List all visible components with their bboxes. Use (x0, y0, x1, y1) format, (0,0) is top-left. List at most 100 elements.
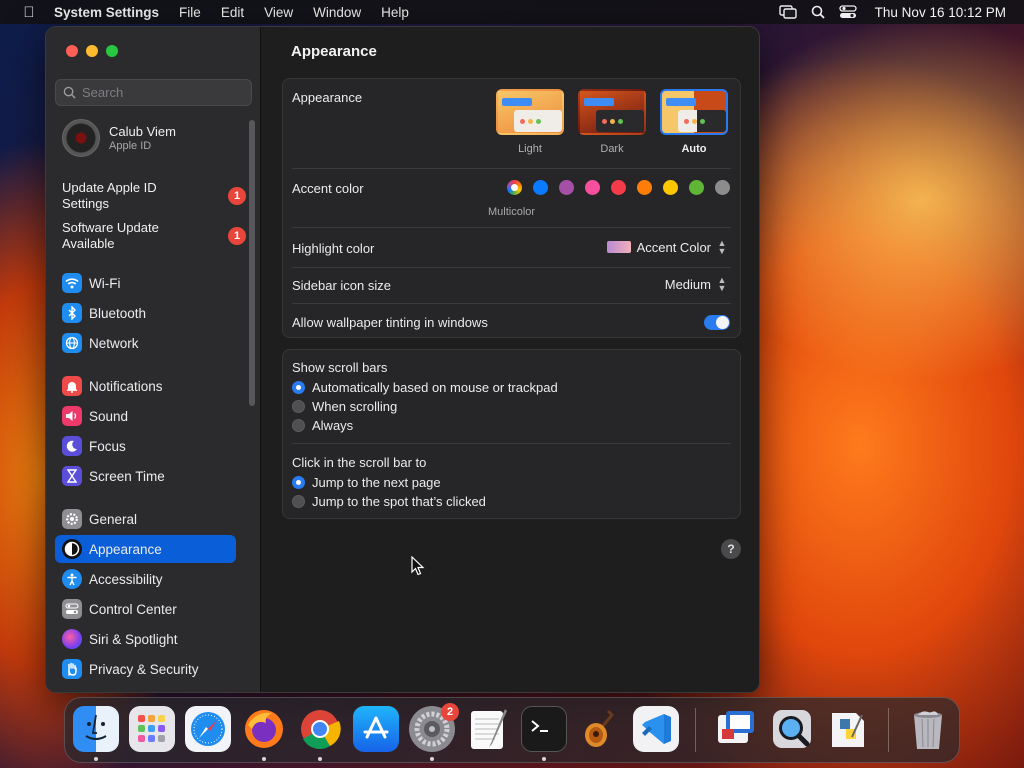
terminal-icon[interactable] (521, 706, 567, 752)
help-button[interactable]: ? (721, 539, 741, 559)
sidebar-item-privacy-security[interactable]: Privacy & Security (55, 655, 236, 683)
close-window-button[interactable] (66, 45, 78, 57)
menu-edit[interactable]: Edit (221, 5, 244, 20)
menu-window[interactable]: Window (313, 5, 361, 20)
firefox-icon[interactable] (241, 706, 287, 752)
software-update-notice[interactable]: Software Update Available 1 (62, 220, 252, 252)
scroll-bar-settings-panel: Show scroll bars Automatically based on … (282, 349, 741, 519)
dock-notification-badge: 2 (441, 703, 459, 721)
appearance-option-light[interactable]: Light (494, 89, 566, 155)
avatar (62, 119, 100, 157)
chrome-icon[interactable] (297, 706, 343, 752)
appearance-option-auto[interactable]: Auto (658, 89, 730, 155)
wallpaper-tinting-label: Allow wallpaper tinting in windows (292, 315, 488, 330)
radio-button[interactable] (292, 381, 305, 394)
finder-icon[interactable] (73, 706, 119, 752)
textedit-icon[interactable] (465, 706, 511, 752)
sidebar-item-sound[interactable]: Sound (55, 402, 236, 430)
scroll-bars-option-automatic[interactable]: Automatically based on mouse or trackpad (292, 380, 558, 395)
sidebar-item-label: Focus (89, 438, 126, 454)
screen-mirroring-icon[interactable] (778, 5, 797, 19)
sidebar-item-wifi[interactable]: Wi-Fi (55, 269, 236, 297)
quicktime-icon[interactable] (769, 706, 815, 752)
zoom-window-button[interactable] (106, 45, 118, 57)
sidebar-item-label: Siri & Spotlight (89, 631, 178, 647)
update-apple-id-notice[interactable]: Update Apple ID Settings 1 (62, 180, 252, 212)
notification-badge: 1 (228, 187, 246, 205)
control-center-icon[interactable] (839, 5, 857, 19)
python-launcher-icon[interactable] (825, 706, 871, 752)
bluetooth-icon (62, 303, 82, 323)
page-title: Appearance (291, 43, 377, 60)
vscode-icon[interactable] (633, 706, 679, 752)
sidebar-item-label: Screen Time (89, 468, 165, 484)
toggles-icon (62, 599, 82, 619)
accent-graphite-swatch[interactable] (715, 180, 730, 195)
sidebar-icon-size-popup[interactable]: Medium ▲ ▼ (665, 275, 728, 293)
remote-desktop-icon[interactable] (713, 706, 759, 752)
menu-help[interactable]: Help (381, 5, 409, 20)
running-indicator (430, 757, 434, 761)
sidebar-item-general[interactable]: General (55, 505, 236, 533)
radio-button[interactable] (292, 419, 305, 432)
highlight-color-popup[interactable]: Accent Color ▲ ▼ (606, 238, 728, 256)
sidebar-item-siri-spotlight[interactable]: Siri & Spotlight (55, 625, 236, 653)
search-field[interactable] (55, 79, 252, 106)
appearance-option-dark[interactable]: Dark (576, 89, 648, 155)
click-scroll-option-next-page[interactable]: Jump to the next page (292, 475, 441, 490)
radio-button[interactable] (292, 495, 305, 508)
chevron-up-down-icon: ▲ ▼ (717, 275, 727, 293)
menu-app-name[interactable]: System Settings (54, 5, 159, 20)
menu-file[interactable]: File (179, 5, 201, 20)
accent-purple-swatch[interactable] (559, 180, 574, 195)
scroll-bars-option-always[interactable]: Always (292, 418, 353, 433)
dock: 2 (64, 697, 960, 763)
sidebar-item-bluetooth[interactable]: Bluetooth (55, 299, 236, 327)
garageband-icon[interactable] (577, 706, 623, 752)
apple-id-account[interactable]: Calub Viem Apple ID (62, 119, 176, 157)
scroll-bars-option-when-scrolling[interactable]: When scrolling (292, 399, 397, 414)
safari-icon[interactable] (185, 706, 231, 752)
radio-label: Always (312, 418, 354, 433)
click-scroll-option-clicked-spot[interactable]: Jump to the spot that’s clicked (292, 494, 486, 509)
menu-clock[interactable]: Thu Nov 16 10:12 PM (875, 5, 1006, 20)
accent-green-swatch[interactable] (689, 180, 704, 195)
trash-icon[interactable] (905, 706, 951, 752)
account-name: Calub Viem (109, 124, 176, 139)
accent-blue-swatch[interactable] (533, 180, 548, 195)
sidebar-item-appearance[interactable]: Appearance (55, 535, 236, 563)
wifi-icon (62, 273, 82, 293)
accent-yellow-swatch[interactable] (663, 180, 678, 195)
running-indicator (318, 757, 322, 761)
sidebar-item-network[interactable]: Network (55, 329, 236, 357)
highlight-color-label: Highlight color (292, 241, 375, 256)
accent-multicolor-swatch[interactable] (507, 180, 522, 195)
wallpaper-tinting-toggle[interactable] (704, 315, 730, 330)
sidebar-item-label: Accessibility (89, 571, 163, 587)
radio-button[interactable] (292, 476, 305, 489)
sidebar-scrollbar[interactable] (249, 120, 255, 406)
menu-view[interactable]: View (264, 5, 293, 20)
accent-pink-swatch[interactable] (585, 180, 600, 195)
account-subtitle: Apple ID (109, 140, 152, 152)
appearance-option-label: Dark (600, 143, 624, 155)
sidebar-item-screen-time[interactable]: Screen Time (55, 462, 236, 490)
sidebar-item-focus[interactable]: Focus (55, 432, 236, 460)
accent-red-swatch[interactable] (611, 180, 626, 195)
minimize-window-button[interactable] (86, 45, 98, 57)
search-input[interactable] (82, 85, 242, 100)
sidebar-item-accessibility[interactable]: Accessibility (55, 565, 236, 593)
launchpad-icon[interactable] (129, 706, 175, 752)
radio-button[interactable] (292, 400, 305, 413)
sidebar-item-control-center[interactable]: Control Center (55, 595, 236, 623)
apple-menu-icon[interactable]:  (16, 4, 42, 21)
sidebar-item-notifications[interactable]: Notifications (55, 372, 236, 400)
window-controls (66, 45, 126, 57)
chevron-up-down-icon: ▲ ▼ (717, 238, 727, 256)
sidebar-item-label: Sound (89, 408, 129, 424)
siri-icon (62, 629, 82, 649)
spotlight-search-icon[interactable] (811, 5, 825, 19)
radio-label: Jump to the next page (312, 475, 441, 490)
accent-orange-swatch[interactable] (637, 180, 652, 195)
app-store-icon[interactable] (353, 706, 399, 752)
